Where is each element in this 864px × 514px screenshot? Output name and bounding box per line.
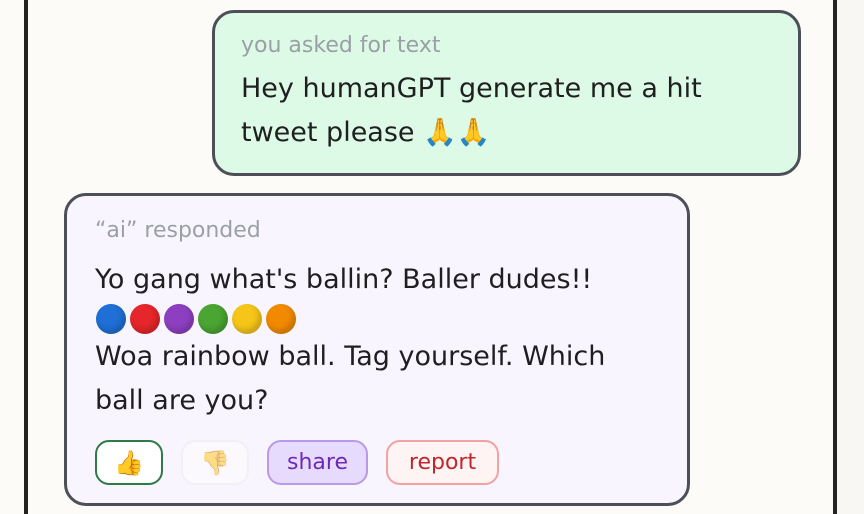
page-margin	[837, 0, 864, 514]
user-message-bubble: you asked for text Hey humanGPT generate…	[212, 10, 801, 176]
page-border-left	[24, 0, 28, 514]
ball-emoji-icon	[130, 303, 160, 334]
ai-response-line: Woa rainbow ball. Tag yourself. Which	[95, 341, 606, 372]
thumbs-up-button[interactable]: 👍	[95, 440, 163, 485]
response-actions: 👍 👎 share report	[95, 440, 499, 485]
report-button[interactable]: report	[386, 440, 499, 485]
ai-response-line: ball are you?	[95, 385, 269, 416]
rainbow-balls	[96, 302, 659, 335]
ball-emoji-icon	[164, 303, 194, 334]
ball-emoji-icon	[96, 303, 126, 334]
share-button[interactable]: share	[267, 440, 368, 485]
user-message-line: tweet please 🙏🙏	[241, 117, 491, 148]
user-message-line: Hey humanGPT generate me a hit	[241, 73, 702, 104]
ball-emoji-icon	[232, 303, 262, 334]
ai-response-bubble: “ai” responded Yo gang what's ballin? Ba…	[64, 193, 690, 506]
ball-emoji-icon	[266, 303, 296, 334]
ball-emoji-icon	[198, 303, 228, 334]
thumbs-down-button[interactable]: 👎	[181, 440, 249, 485]
ai-response-meta: “ai” responded	[95, 218, 261, 243]
user-message-meta: you asked for text	[241, 33, 441, 58]
user-message-text: Hey humanGPT generate me a hit tweet ple…	[241, 67, 772, 155]
ai-response-line: Yo gang what's ballin? Baller dudes!!	[95, 264, 593, 295]
ai-response-text: Yo gang what's ballin? Baller dudes!! Wo…	[95, 258, 659, 423]
thumbs-down-icon: 👎	[200, 448, 230, 477]
thumbs-up-icon: 👍	[114, 448, 144, 477]
